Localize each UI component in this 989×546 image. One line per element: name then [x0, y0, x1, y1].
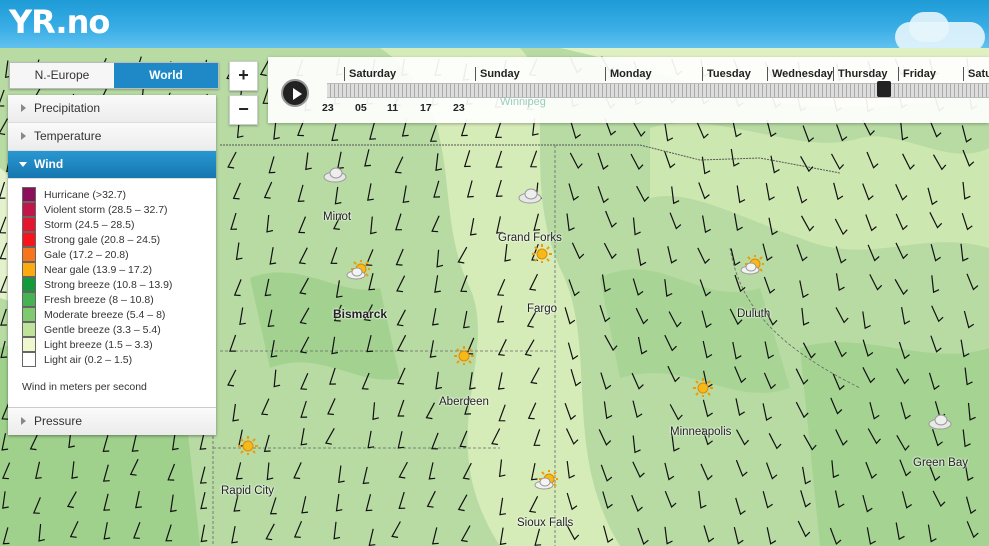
legend-row: Near gale (13.9 – 17.2) [22, 262, 216, 277]
legend-swatch [22, 187, 36, 202]
yr-logo[interactable]: YR.no [9, 2, 110, 42]
sun-icon[interactable] [530, 243, 554, 264]
layer-panel: Precipitation Temperature Wind Hurricane… [8, 95, 216, 435]
layer-label: Precipitation [34, 101, 101, 115]
zoom-in-button[interactable]: + [229, 61, 258, 91]
city-label[interactable]: Minneapolis [670, 426, 731, 438]
expand-arrow-icon [21, 132, 26, 140]
day-label[interactable]: Thursday [833, 67, 888, 81]
legend-unit-note: Wind in meters per second [22, 381, 147, 393]
city-label[interactable]: Duluth [737, 308, 770, 320]
layer-label: Pressure [34, 414, 83, 428]
layer-temperature[interactable]: Temperature [8, 123, 216, 151]
city-label[interactable]: Sioux Falls [517, 517, 573, 529]
play-button[interactable] [281, 79, 309, 107]
legend-label: Violent storm (28.5 – 32.7) [44, 203, 168, 216]
hour-label: 05 [355, 102, 367, 114]
legend-row: Strong breeze (10.8 – 13.9) [22, 277, 216, 292]
legend-label: Strong breeze (10.8 – 13.9) [44, 278, 173, 291]
day-label[interactable]: Satu [963, 67, 989, 81]
legend-row: Violent storm (28.5 – 32.7) [22, 202, 216, 217]
legend-row: Storm (24.5 – 28.5) [22, 217, 216, 232]
legend-row: Light breeze (1.5 – 3.3) [22, 337, 216, 352]
day-label[interactable]: Sunday [475, 67, 520, 81]
legend-row: Gale (17.2 – 20.8) [22, 247, 216, 262]
legend-row: Fresh breeze (8 – 10.8) [22, 292, 216, 307]
day-label[interactable]: Saturday [344, 67, 396, 81]
legend-row: Hurricane (>32.7) [22, 187, 216, 202]
region-n-europe-button[interactable]: N.-Europe [10, 63, 114, 88]
hour-label: 23 [453, 102, 465, 114]
layer-wind[interactable]: Wind [8, 151, 216, 179]
cloud-icon[interactable] [928, 410, 952, 430]
legend-swatch [22, 322, 36, 337]
legend-swatch [22, 217, 36, 232]
legend-row: Gentle breeze (3.3 – 5.4) [22, 322, 216, 337]
legend-label: Gale (17.2 – 20.8) [44, 248, 129, 261]
city-label[interactable]: Rapid City [221, 485, 274, 497]
timeline-handle[interactable] [877, 81, 891, 97]
sun-icon[interactable] [691, 377, 715, 398]
legend-swatch [22, 277, 36, 292]
day-label[interactable]: Tuesday [702, 67, 751, 81]
hour-label: 23 [322, 102, 334, 114]
legend-row: Moderate breeze (5.4 – 8) [22, 307, 216, 322]
day-label[interactable]: Monday [605, 67, 652, 81]
wind-legend: Hurricane (>32.7) Violent storm (28.5 – 3… [8, 179, 216, 407]
city-label[interactable]: Fargo [527, 303, 557, 315]
legend-label: Strong gale (20.8 – 24.5) [44, 233, 161, 246]
legend-label: Light breeze (1.5 – 3.3) [44, 338, 153, 351]
legend-swatch [22, 292, 36, 307]
sun-icon[interactable] [236, 435, 260, 456]
sun-cloud-icon[interactable] [534, 469, 559, 490]
hour-label: 11 [387, 102, 399, 114]
header-cloud-decoration [895, 22, 985, 48]
legend-label: Light air (0.2 – 1.5) [44, 353, 133, 366]
legend-swatch [22, 337, 36, 352]
region-toggle: N.-Europe World [9, 62, 219, 89]
city-label[interactable]: Bismarck [333, 307, 387, 321]
legend-label: Storm (24.5 – 28.5) [44, 218, 135, 231]
sun-icon[interactable] [452, 345, 476, 366]
legend-swatch [22, 247, 36, 262]
legend-label: Hurricane (>32.7) [44, 188, 126, 201]
legend-row: Light air (0.2 – 1.5) [22, 352, 216, 367]
legend-swatch [22, 352, 36, 367]
legend-label: Near gale (13.9 – 17.2) [44, 263, 152, 276]
expand-arrow-icon [21, 104, 26, 112]
zoom-out-button[interactable]: − [229, 95, 258, 125]
map-background-label: Winnipeg [500, 96, 546, 108]
legend-swatch [22, 307, 36, 322]
legend-row: Strong gale (20.8 – 24.5) [22, 232, 216, 247]
hour-label: 17 [420, 102, 432, 114]
day-label[interactable]: Friday [898, 67, 936, 81]
legend-swatch [22, 202, 36, 217]
cloud-icon[interactable] [518, 184, 542, 204]
site-header: YR.no [0, 0, 989, 48]
legend-swatch [22, 232, 36, 247]
city-label[interactable]: Minot [323, 211, 351, 223]
layer-label: Wind [34, 157, 64, 171]
layer-pressure[interactable]: Pressure [8, 407, 216, 435]
expand-arrow-icon [21, 417, 26, 425]
legend-label: Gentle breeze (3.3 – 5.4) [44, 323, 161, 336]
collapse-arrow-icon [19, 162, 27, 167]
day-label[interactable]: Wednesday [767, 67, 833, 81]
cloud-icon[interactable] [323, 163, 347, 183]
legend-swatch [22, 262, 36, 277]
timeline-bar: Saturday Sunday Monday Tuesday Wednesday… [268, 57, 989, 123]
sun-cloud-icon[interactable] [740, 254, 765, 275]
legend-label: Moderate breeze (5.4 – 8) [44, 308, 166, 321]
legend-label: Fresh breeze (8 – 10.8) [44, 293, 154, 306]
city-label[interactable]: Aberdeen [439, 396, 489, 408]
city-label[interactable]: Green Bay [913, 457, 968, 469]
sun-cloud-icon[interactable] [346, 259, 371, 280]
layer-precipitation[interactable]: Precipitation [8, 95, 216, 123]
layer-label: Temperature [34, 129, 102, 143]
region-world-button[interactable]: World [114, 63, 218, 88]
